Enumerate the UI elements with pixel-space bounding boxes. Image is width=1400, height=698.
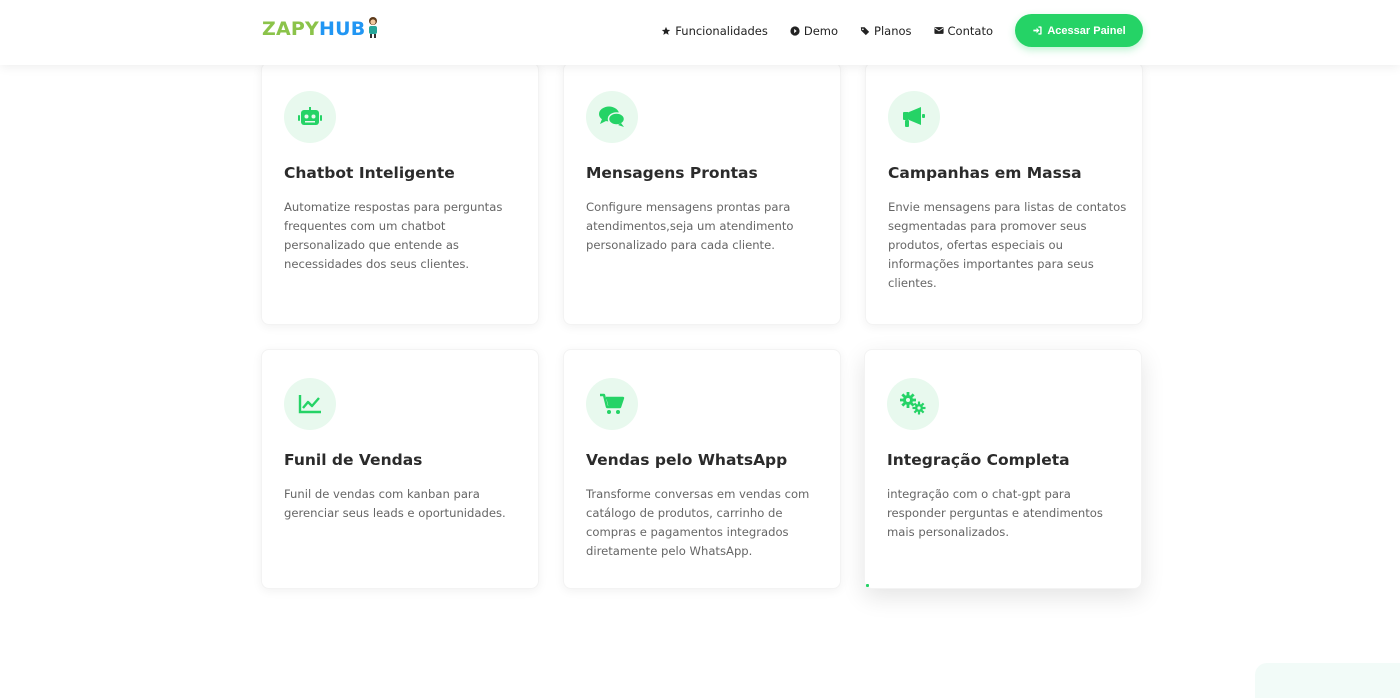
feature-card-whatsapp-sales: Vendas pelo WhatsApp Transforme conversa… (563, 349, 841, 589)
feature-icon-circle (586, 378, 638, 430)
access-panel-label: Acessar Painel (1047, 24, 1126, 37)
feature-icon-circle (284, 378, 336, 430)
line-chart-icon (298, 395, 321, 414)
play-circle-icon (790, 25, 800, 36)
nav-link-contato[interactable]: Contato (933, 23, 993, 38)
feature-icon-circle (888, 91, 940, 143)
feature-card-sales-funnel: Funil de Vendas Funil de vendas com kanb… (261, 349, 539, 589)
navbar: ZAPY HUB Funcionalidades Demo Planos Cont… (0, 0, 1400, 65)
feature-card-integration: Integração Completa integração com o cha… (864, 349, 1142, 589)
feature-icon-circle (586, 91, 638, 143)
feature-description: Funil de vendas com kanban para gerencia… (284, 487, 506, 520)
mascot-icon (369, 17, 378, 38)
feature-icon-circle (887, 378, 939, 430)
feature-title: Integração Completa (887, 451, 1070, 469)
nav-link-demo[interactable]: Demo (790, 24, 838, 38)
nav-link-label: Contato (947, 23, 993, 38)
feature-description: Envie mensagens para listas de contatos … (888, 200, 1127, 290)
feature-title: Vendas pelo WhatsApp (586, 451, 788, 469)
feature-card-campaigns: Campanhas em Massa Envie mensagens para … (865, 62, 1143, 325)
envelope-icon (933, 27, 944, 34)
nav-links: Funcionalidades Demo Planos Contato Aces… (661, 14, 1143, 47)
access-panel-button[interactable]: Acessar Painel (1015, 14, 1143, 47)
feature-title: Mensagens Prontas (586, 164, 758, 182)
nav-link-label: Funcionalidades (675, 23, 768, 38)
star-icon (662, 26, 671, 35)
brand-logo-part2: HUB (318, 18, 366, 40)
comments-icon (599, 106, 625, 127)
nav-link-label: Planos (874, 23, 912, 38)
feature-description: Automatize respostas para perguntas freq… (284, 200, 503, 271)
sign-in-icon (1033, 26, 1042, 35)
megaphone-icon (903, 107, 925, 127)
brand-logo-part1: ZAPY (262, 18, 319, 40)
feature-icon-circle (284, 91, 336, 143)
feature-description: integração com o chat-gpt para responder… (887, 487, 1103, 539)
accent-dot (866, 584, 869, 587)
feature-card-messages: Mensagens Prontas Configure mensagens pr… (563, 62, 841, 325)
feature-title: Funil de Vendas (284, 451, 423, 469)
decorative-corner-shape (1255, 663, 1400, 698)
brand-logo[interactable]: ZAPY HUB (262, 17, 380, 40)
tags-icon (860, 26, 870, 35)
nav-link-funcionalidades[interactable]: Funcionalidades (661, 24, 768, 38)
feature-description: Configure mensagens prontas para atendim… (586, 200, 794, 252)
feature-description: Transforme conversas em vendas com catál… (586, 487, 810, 558)
feature-title: Chatbot Inteligente (284, 164, 455, 182)
nav-link-planos[interactable]: Planos (860, 24, 912, 38)
feature-card-chatbot: Chatbot Inteligente Automatize respostas… (261, 62, 539, 325)
cogs-icon (900, 392, 926, 415)
robot-icon (298, 107, 322, 125)
nav-link-label: Demo (803, 23, 839, 38)
feature-title: Campanhas em Massa (888, 164, 1082, 182)
shopping-cart-icon (600, 393, 625, 414)
